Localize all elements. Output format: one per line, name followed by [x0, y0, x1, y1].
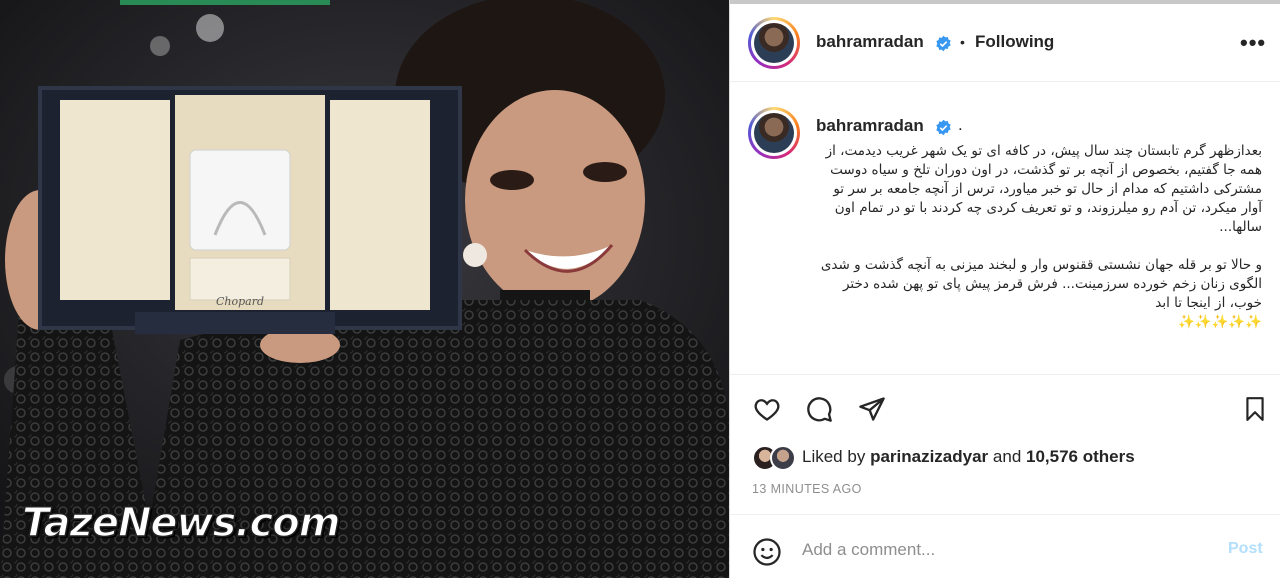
caption-verified-icon	[936, 119, 951, 136]
caption-avatar[interactable]	[748, 107, 800, 159]
liked-and: and	[992, 447, 1022, 466]
caption-section: bahramradan . بعدازظهر گرم تابستان چند س…	[730, 82, 1280, 375]
caption-paragraph-1: بعدازظهر گرم تابستان چند سال پیش، در کاف…	[825, 143, 1262, 235]
comment-bar: Add a comment... Post	[730, 515, 1280, 578]
verified-badge-icon	[936, 35, 951, 52]
post-detail-panel: bahramradan • Following ••• bahramradan …	[729, 0, 1280, 578]
caption-paragraph-2: و حالا تو بر قله جهان نشستی ققنوس وار و …	[810, 256, 1262, 332]
sparkles-emoji: ✨✨✨✨✨	[1177, 314, 1262, 330]
liked-count-link[interactable]: 10,576 others	[1026, 447, 1135, 466]
comment-input[interactable]: Add a comment...	[802, 540, 935, 560]
save-bookmark-icon[interactable]	[1242, 395, 1268, 423]
author-avatar[interactable]	[748, 17, 800, 69]
likes-summary: Liked by parinazizadyar and 10,576 other…	[802, 447, 1135, 467]
author-username[interactable]: bahramradan	[816, 32, 924, 52]
caption-suffix: .	[958, 115, 963, 134]
post-photo-illustration: Chopard	[0, 0, 729, 578]
comment-bubble-icon[interactable]	[804, 395, 834, 423]
header-separator: •	[960, 34, 965, 50]
post-comment-button[interactable]: Post	[1228, 540, 1263, 558]
caption-username[interactable]: bahramradan	[816, 116, 924, 136]
emoji-smiley-icon[interactable]	[752, 537, 782, 567]
post-header: bahramradan • Following •••	[730, 4, 1280, 82]
watermark: TazeNews.com	[21, 499, 341, 547]
caption-text: بعدازظهر گرم تابستان چند سال پیش، در کاف…	[810, 142, 1262, 332]
chopard-engraving: Chopard	[216, 295, 264, 308]
like-heart-icon[interactable]	[752, 395, 782, 423]
liked-user-link[interactable]: parinazizadyar	[870, 447, 988, 466]
caption-paragraph-2-text: و حالا تو بر قله جهان نشستی ققنوس وار و …	[820, 257, 1262, 311]
post-actions: Liked by parinazizadyar and 10,576 other…	[730, 375, 1280, 515]
liker-avatar-2[interactable]	[770, 445, 796, 471]
avatar-image	[754, 23, 794, 63]
liked-prefix: Liked by	[802, 447, 866, 466]
following-button[interactable]: Following	[975, 32, 1054, 52]
post-timestamp[interactable]: 13 MINUTES AGO	[752, 482, 862, 496]
more-options-icon[interactable]: •••	[1240, 30, 1266, 56]
share-send-icon[interactable]	[857, 395, 887, 423]
post-image[interactable]: Chopard TazeNews.com	[0, 0, 729, 578]
caption-avatar-image	[754, 113, 794, 153]
